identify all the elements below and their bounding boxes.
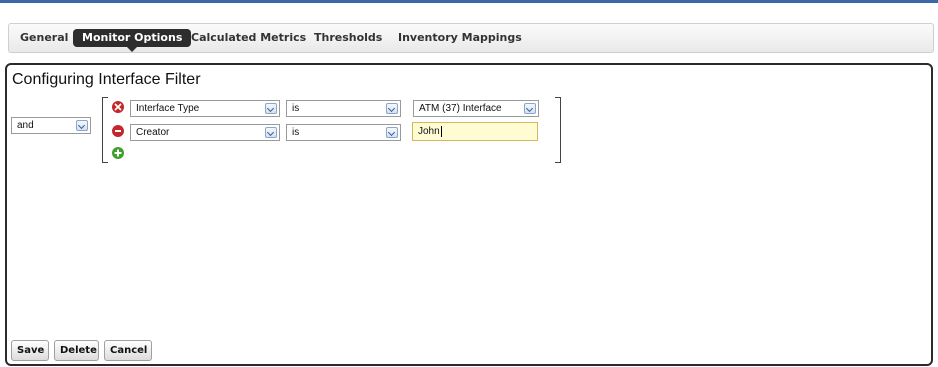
condition-value-text: John: [418, 126, 440, 137]
chevron-down-icon: [524, 103, 536, 114]
condition-operator-select[interactable]: is: [286, 124, 401, 141]
minus-icon[interactable]: [112, 125, 124, 137]
condition-value-input[interactable]: John: [412, 122, 538, 141]
condition-field-select[interactable]: Interface Type: [130, 100, 280, 117]
condition-field-select[interactable]: Creator: [130, 124, 280, 141]
logic-operator-value: and: [17, 120, 34, 131]
add-condition-icon[interactable]: [112, 147, 124, 159]
chevron-down-icon: [265, 103, 277, 114]
condition-operator-value: is: [292, 127, 300, 138]
top-accent-bar: [0, 0, 938, 3]
condition-operator-select[interactable]: is: [286, 100, 401, 117]
panel-title: Configuring Interface Filter: [12, 71, 201, 88]
condition-value-select[interactable]: ATM (37) Interface: [413, 100, 539, 117]
chevron-down-icon: [265, 127, 277, 138]
tab-strip: General Monitor Options Calculated Metri…: [8, 23, 934, 53]
tab-general[interactable]: General: [20, 30, 68, 46]
condition-value-text: ATM (37) Interface: [419, 103, 502, 114]
condition-group-bracket-left: [102, 97, 108, 163]
tab-thresholds[interactable]: Thresholds: [314, 30, 382, 46]
tab-calculated-metrics[interactable]: Calculated Metrics: [191, 30, 306, 46]
chevron-down-icon: [386, 103, 398, 114]
condition-operator-value: is: [292, 103, 300, 114]
cancel-button[interactable]: Cancel: [104, 340, 152, 361]
tab-label: Monitor Options: [82, 31, 183, 44]
tab-monitor-options[interactable]: Monitor Options: [73, 29, 192, 52]
chevron-down-icon: [386, 127, 398, 138]
delete-button[interactable]: Delete: [54, 340, 99, 361]
condition-field-value: Creator: [136, 127, 170, 138]
filter-panel: Configuring Interface Filter and Interfa…: [5, 63, 933, 366]
logic-operator-select[interactable]: and: [11, 117, 91, 134]
condition-field-value: Interface Type: [136, 103, 200, 114]
tab-inventory-mappings[interactable]: Inventory Mappings: [398, 30, 522, 46]
remove-condition-icon[interactable]: [112, 101, 124, 113]
text-caret: [440, 125, 442, 137]
save-button[interactable]: Save: [11, 340, 49, 361]
condition-group-bracket-right: [555, 97, 561, 163]
active-tab-pointer: [127, 47, 138, 52]
chevron-down-icon: [76, 120, 88, 131]
